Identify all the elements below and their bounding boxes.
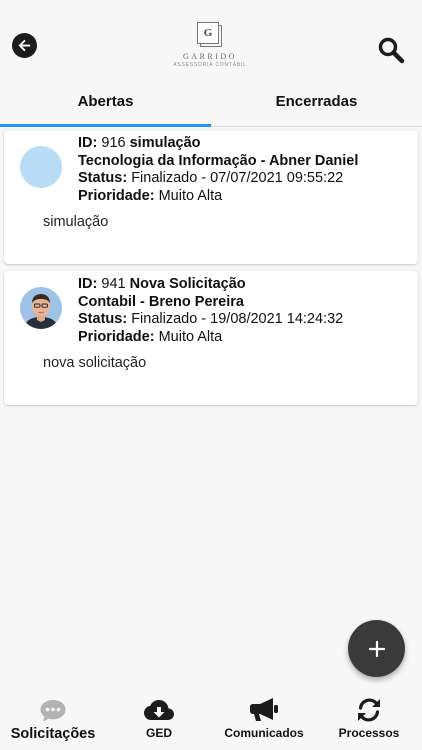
nav-item-ged[interactable]: GED bbox=[128, 695, 190, 740]
company-logo: G GARRIDO ASSESSORIA CONTÁBIL bbox=[170, 22, 250, 77]
request-status-line: Status: Finalizado - 19/08/2021 14:24:32 bbox=[78, 311, 343, 329]
request-card[interactable]: ID: 941 Nova Solicitação Contabil - Bren… bbox=[4, 271, 418, 405]
status-label: Status: bbox=[78, 311, 128, 327]
logo-name: GARRIDO bbox=[183, 52, 237, 61]
request-description: nova solicitação bbox=[43, 355, 147, 371]
request-title: Nova Solicitação bbox=[129, 276, 246, 292]
megaphone-icon bbox=[250, 698, 278, 721]
bottom-navigation: Solicitações GED Comunicados Processos bbox=[0, 695, 422, 750]
plus-icon bbox=[368, 640, 385, 657]
tab-encerradas[interactable]: Encerradas bbox=[211, 83, 422, 126]
request-priority-line: Prioridade: Muito Alta bbox=[78, 329, 343, 347]
app-header: G GARRIDO ASSESSORIA CONTÁBIL Abertas En… bbox=[0, 0, 422, 128]
nav-item-comunicados[interactable]: Comunicados bbox=[216, 695, 312, 740]
add-request-button[interactable] bbox=[348, 620, 405, 677]
request-info: ID: 916 simulação Tecnologia da Informaç… bbox=[78, 135, 358, 205]
user-photo bbox=[20, 287, 62, 329]
active-tab-indicator bbox=[0, 124, 211, 127]
avatar bbox=[20, 146, 62, 188]
request-id: 941 bbox=[101, 276, 126, 292]
status-label: Status: bbox=[78, 170, 128, 186]
request-status: Finalizado - 07/07/2021 09:55:22 bbox=[131, 170, 344, 186]
request-priority: Muito Alta bbox=[158, 187, 223, 204]
nav-label: Solicitações bbox=[10, 726, 96, 742]
arrow-left-icon bbox=[18, 39, 31, 52]
request-department-user: Tecnologia da Informação - Abner Daniel bbox=[78, 152, 359, 169]
avatar bbox=[20, 287, 62, 329]
request-id-line: ID: 916 simulação bbox=[78, 135, 358, 153]
priority-label: Prioridade: bbox=[78, 328, 155, 345]
request-id-line: ID: 941 Nova Solicitação bbox=[78, 276, 343, 294]
request-info: ID: 941 Nova Solicitação Contabil - Bren… bbox=[78, 276, 343, 346]
request-description: simulação bbox=[43, 214, 109, 230]
search-button[interactable] bbox=[377, 36, 405, 64]
request-title: simulação bbox=[129, 135, 201, 151]
nav-item-solicitacoes[interactable]: Solicitações bbox=[4, 695, 102, 742]
tab-bar: Abertas Encerradas bbox=[0, 83, 422, 127]
search-icon bbox=[378, 37, 405, 64]
request-priority-line: Prioridade: Muito Alta bbox=[78, 188, 358, 206]
nav-item-processos[interactable]: Processos bbox=[332, 695, 406, 740]
request-id: 916 bbox=[101, 135, 126, 151]
nav-label: GED bbox=[145, 726, 172, 740]
tab-abertas[interactable]: Abertas bbox=[0, 83, 211, 126]
sync-icon bbox=[358, 698, 380, 722]
nav-label: Comunicados bbox=[224, 726, 304, 740]
logo-mark: G bbox=[197, 22, 223, 48]
request-status-line: Status: Finalizado - 07/07/2021 09:55:22 bbox=[78, 170, 358, 188]
request-status: Finalizado - 19/08/2021 14:24:32 bbox=[131, 311, 344, 327]
nav-label: Processos bbox=[338, 726, 400, 740]
chat-bubble-icon bbox=[40, 700, 66, 722]
back-button[interactable] bbox=[12, 33, 37, 58]
request-card[interactable]: ID: 916 simulação Tecnologia da Informaç… bbox=[4, 130, 418, 264]
id-label: ID: bbox=[78, 276, 98, 292]
logo-subtitle: ASSESSORIA CONTÁBIL bbox=[173, 62, 247, 68]
request-department-user: Contabil - Breno Pereira bbox=[78, 293, 244, 310]
id-label: ID: bbox=[78, 135, 98, 151]
priority-label: Prioridade: bbox=[78, 187, 155, 204]
cloud-download-icon bbox=[144, 700, 174, 720]
request-priority: Muito Alta bbox=[158, 328, 223, 345]
